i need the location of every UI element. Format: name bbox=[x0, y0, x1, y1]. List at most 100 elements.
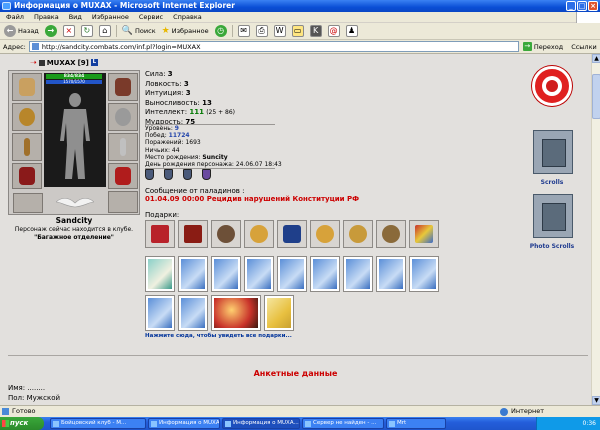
slot-gloves[interactable] bbox=[108, 73, 138, 101]
gift-item[interactable] bbox=[343, 220, 373, 248]
scroll-up-icon[interactable]: ▲ bbox=[592, 54, 600, 63]
taskbar-item[interactable]: Mrt bbox=[386, 418, 446, 429]
gift-card[interactable] bbox=[376, 256, 406, 292]
info-block: Уровень: 9 Побед: 11724 Поражений: 1693 … bbox=[145, 125, 282, 168]
room-name: "Багажное отделение" bbox=[34, 234, 114, 241]
back-arrow-icon: ← bbox=[4, 25, 16, 37]
slot-amulet[interactable] bbox=[12, 103, 42, 131]
minimize-button[interactable]: _ bbox=[566, 1, 576, 11]
slot-rings[interactable] bbox=[108, 103, 138, 131]
messenger-button[interactable]: ♟ bbox=[345, 24, 359, 38]
taskbar-item[interactable]: Сервер не найден - ... bbox=[302, 418, 384, 429]
gift-item[interactable] bbox=[211, 220, 241, 248]
window-title-bar[interactable]: Информация о MUXAX - Microsoft Internet … bbox=[0, 0, 600, 12]
stop-button[interactable]: × bbox=[62, 24, 76, 38]
vertical-scrollbar[interactable]: ▲ ▼ bbox=[591, 54, 600, 405]
toolbar: ← Назад → × ↻ ⌂ 🔍 Поиск ★ Избранное ◷ ✉ … bbox=[0, 23, 600, 40]
slot-belt[interactable] bbox=[108, 191, 138, 213]
taskbar-item[interactable]: Бойцовский клуб - M... bbox=[50, 418, 146, 429]
menu-file[interactable]: Файл bbox=[6, 12, 24, 22]
menu-edit[interactable]: Правка bbox=[34, 12, 59, 22]
gift-item[interactable] bbox=[310, 220, 340, 248]
go-arrow-icon: → bbox=[522, 42, 532, 51]
menu-tools[interactable]: Сервис bbox=[139, 12, 163, 22]
refresh-button[interactable]: ↻ bbox=[80, 24, 94, 38]
search-button[interactable]: 🔍 Поиск bbox=[121, 24, 157, 38]
slot-helm[interactable] bbox=[13, 193, 43, 213]
character-name[interactable]: MUXAX bbox=[47, 59, 76, 67]
back-button[interactable]: ← Назад bbox=[3, 24, 40, 38]
favorites-button[interactable]: ★ Избранное bbox=[161, 24, 210, 38]
taskbar-item[interactable]: Информация о MUXA... bbox=[148, 418, 220, 429]
mail-button[interactable]: ✉ bbox=[237, 24, 251, 38]
all-gifts-link[interactable]: Нажмите сюда, чтобы увидеть все подарки.… bbox=[145, 333, 292, 339]
gift-item[interactable] bbox=[178, 220, 208, 248]
forward-button[interactable]: → bbox=[44, 24, 58, 38]
gift-card[interactable] bbox=[277, 256, 307, 292]
gift-card[interactable] bbox=[178, 295, 208, 331]
search-icon: 🔍 bbox=[121, 26, 134, 36]
scrolls-button[interactable] bbox=[530, 130, 576, 180]
gift-card[interactable] bbox=[145, 256, 175, 292]
slot-weapon[interactable] bbox=[12, 133, 42, 161]
gift-card[interactable] bbox=[211, 256, 241, 292]
mask-gift-icon bbox=[382, 225, 400, 243]
menu-favorites[interactable]: Избранное bbox=[92, 12, 129, 22]
medal-icon[interactable] bbox=[164, 169, 173, 180]
medal-icon[interactable] bbox=[202, 169, 211, 180]
home-button[interactable]: ⌂ bbox=[98, 24, 112, 38]
menu-view[interactable]: Вид bbox=[69, 12, 82, 22]
kaspersky-button[interactable]: K bbox=[309, 24, 323, 38]
print-icon: ⎙ bbox=[255, 25, 268, 37]
history-button[interactable]: ◷ bbox=[214, 24, 228, 38]
gift-item[interactable] bbox=[409, 220, 439, 248]
banner-gift-icon bbox=[184, 225, 202, 243]
scroll-down-icon[interactable]: ▼ bbox=[592, 396, 600, 405]
start-button[interactable]: пуск bbox=[0, 417, 44, 430]
menu-help[interactable]: Справка bbox=[173, 12, 202, 22]
address-input[interactable]: http://sandcity.combats.com/inf.pl?login… bbox=[28, 41, 519, 52]
gift-item[interactable] bbox=[277, 220, 307, 248]
info-icon[interactable]: L bbox=[90, 59, 98, 66]
gift-card[interactable] bbox=[409, 256, 439, 292]
boots-icon bbox=[115, 167, 131, 185]
gift-card[interactable] bbox=[343, 256, 373, 292]
maximize-button[interactable]: □ bbox=[577, 1, 587, 11]
medal-gift-icon bbox=[316, 225, 334, 243]
slot-earrings[interactable] bbox=[12, 73, 42, 101]
taskbar-item[interactable]: Информация о MUXA... bbox=[222, 418, 300, 429]
photo-scrolls-label[interactable]: Photo Scrolls bbox=[522, 243, 582, 250]
slot-armor[interactable] bbox=[12, 163, 42, 189]
links-button[interactable]: Ссылки bbox=[571, 43, 597, 51]
clan-badge[interactable] bbox=[532, 66, 572, 106]
page-icon bbox=[31, 43, 39, 50]
gift-item[interactable] bbox=[244, 220, 274, 248]
scroll-thumb[interactable] bbox=[592, 74, 600, 119]
edit-button[interactable]: W bbox=[273, 24, 287, 38]
print-button[interactable]: ⎙ bbox=[255, 24, 269, 38]
flag-gift-icon bbox=[415, 225, 433, 243]
gift-item[interactable] bbox=[376, 220, 406, 248]
stat-endurance: Выносливость: 13 bbox=[145, 98, 212, 107]
mask-gift-icon bbox=[217, 225, 235, 243]
status-text: Готово bbox=[12, 407, 36, 415]
photo-scrolls-button[interactable] bbox=[530, 194, 576, 244]
medal-icon[interactable] bbox=[145, 169, 154, 180]
gift-card[interactable] bbox=[264, 295, 294, 331]
gift-card[interactable] bbox=[211, 295, 261, 331]
gift-item[interactable] bbox=[145, 220, 175, 248]
scrolls-label[interactable]: Scrolls bbox=[522, 179, 582, 186]
close-button[interactable]: × bbox=[588, 1, 598, 11]
gift-card[interactable] bbox=[310, 256, 340, 292]
gift-card[interactable] bbox=[145, 295, 175, 331]
gift-card[interactable] bbox=[178, 256, 208, 292]
go-button[interactable]: → Переход bbox=[522, 42, 563, 51]
info-losses: Поражений: 1693 bbox=[145, 139, 201, 147]
gift-card[interactable] bbox=[244, 256, 274, 292]
medal-icon[interactable] bbox=[183, 169, 192, 180]
stat-agility: Ловкость: 3 bbox=[145, 79, 189, 88]
at-button[interactable]: @ bbox=[327, 24, 341, 38]
slot-offhand[interactable] bbox=[108, 133, 138, 161]
slot-boots[interactable] bbox=[108, 163, 138, 189]
discuss-button[interactable]: ▭ bbox=[291, 24, 305, 38]
